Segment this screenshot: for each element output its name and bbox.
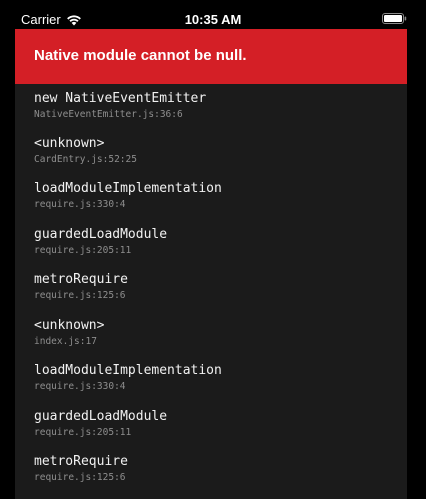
frame-method: loadModuleImplementation (34, 181, 222, 196)
frame-location: require.js:205:11 (34, 427, 132, 438)
stack-frame[interactable]: new NativeEventEmitter NativeEventEmitte… (34, 91, 404, 121)
clock: 10:35 AM (184, 12, 242, 27)
frame-location: CardEntry.js:52:25 (34, 154, 137, 165)
battery-icon (382, 13, 407, 24)
stack-frame[interactable]: <unknown> index.js:17 (34, 318, 404, 348)
frame-method: metroRequire (34, 454, 128, 469)
stack-frame[interactable]: metroRequire require.js:125:6 (34, 272, 404, 302)
red-box-screen: Carrier 10:35 AM Native module cannot be… (0, 0, 426, 499)
frame-method: <unknown> (34, 318, 105, 333)
frame-location: require.js:330:4 (34, 199, 126, 210)
stack-frame[interactable]: metroRequire require.js:125:6 (34, 454, 404, 484)
frame-method: loadModuleImplementation (34, 363, 222, 378)
frame-location: require.js:125:6 (34, 472, 126, 483)
frame-method: guardedLoadModule (34, 409, 168, 424)
frame-method: metroRequire (34, 272, 128, 287)
stack-frame[interactable]: guardedLoadModule require.js:205:11 (34, 409, 404, 439)
error-message: Native module cannot be null. (34, 47, 247, 64)
stack-frame[interactable]: loadModuleImplementation require.js:330:… (34, 363, 404, 393)
stack-frame[interactable]: <unknown> CardEntry.js:52:25 (34, 136, 404, 166)
stack-trace-list[interactable]: new NativeEventEmitter NativeEventEmitte… (15, 84, 407, 499)
frame-location: require.js:205:11 (34, 245, 132, 256)
error-banner: Native module cannot be null. (15, 29, 407, 84)
frame-method: new NativeEventEmitter (34, 91, 207, 106)
frame-location: require.js:125:6 (34, 290, 126, 301)
frame-method: guardedLoadModule (34, 227, 168, 242)
frame-location: require.js:330:4 (34, 381, 126, 392)
stack-frame[interactable]: guardedLoadModule require.js:205:11 (34, 227, 404, 257)
frame-location: index.js:17 (34, 336, 97, 347)
frame-location: NativeEventEmitter.js:36:6 (34, 109, 183, 120)
stack-frame[interactable]: loadModuleImplementation require.js:330:… (34, 181, 404, 211)
frame-method: <unknown> (34, 136, 105, 151)
